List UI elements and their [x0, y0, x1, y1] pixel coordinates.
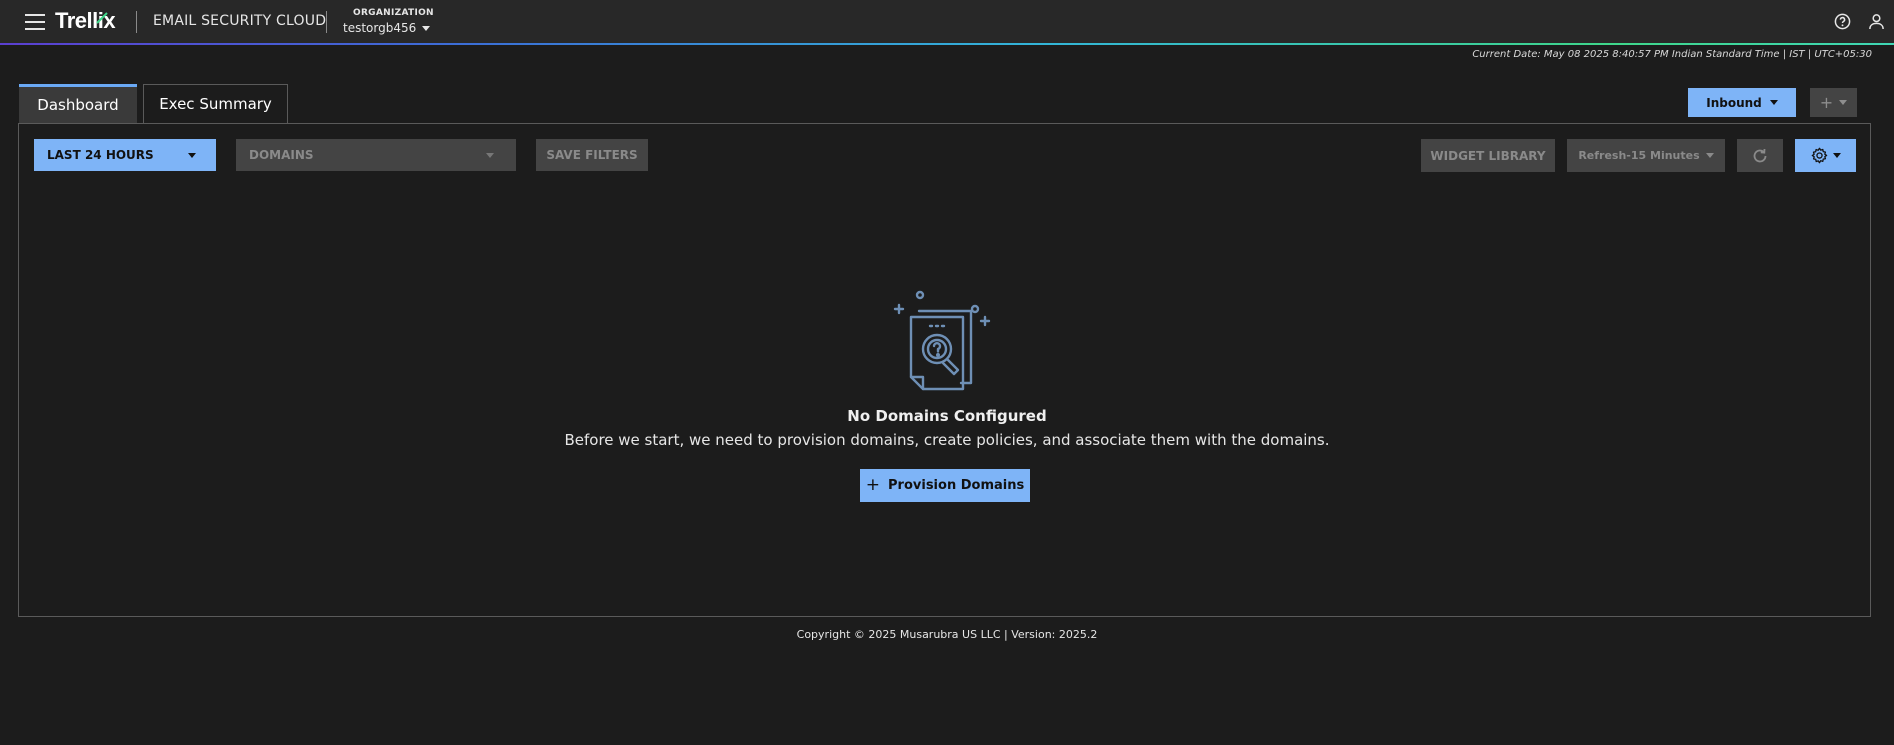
- tab-exec-summary[interactable]: Exec Summary: [143, 84, 288, 123]
- provision-domains-button[interactable]: + Provision Domains: [860, 469, 1030, 502]
- current-date: Current Date: May 08 2025 8:40:57 PM Ind…: [1472, 49, 1872, 60]
- help-icon[interactable]: [1834, 13, 1851, 30]
- chevron-down-icon: [1832, 153, 1841, 158]
- direction-selector[interactable]: Inbound: [1688, 88, 1796, 117]
- footer-copyright: Copyright © 2025 Musarubra US LLC | Vers…: [796, 628, 1098, 641]
- user-profile-icon[interactable]: [1868, 13, 1885, 30]
- plus-icon: +: [865, 475, 881, 495]
- top-navigation-bar: Trellix EMAIL SECURITY CLOUD ORGANIZATIO…: [0, 0, 1894, 43]
- empty-state-title: No Domains Configured: [847, 407, 1047, 425]
- save-filters-button[interactable]: SAVE FILTERS: [536, 139, 648, 171]
- organization-selector[interactable]: testorgb456: [343, 21, 431, 35]
- chevron-down-icon: [1705, 153, 1714, 158]
- widget-library-button[interactable]: WIDGET LIBRARY: [1421, 139, 1555, 172]
- tab-dashboard[interactable]: Dashboard: [19, 84, 137, 123]
- refresh-button[interactable]: [1737, 139, 1783, 172]
- settings-dropdown-button[interactable]: [1795, 139, 1856, 172]
- logo-accent-icon: [96, 12, 108, 24]
- chevron-down-icon: [1839, 100, 1848, 105]
- refresh-icon: [1753, 148, 1767, 162]
- no-domains-document-search-icon: [893, 290, 991, 391]
- time-range-dropdown[interactable]: LAST 24 HOURS: [34, 139, 216, 171]
- chevron-down-icon: [1769, 100, 1778, 105]
- header-accent-line: [0, 43, 1894, 45]
- chevron-down-icon: [422, 25, 431, 31]
- header-divider: [326, 11, 327, 33]
- add-dashboard-button[interactable]: +: [1810, 88, 1857, 117]
- organization-value: testorgb456: [343, 21, 417, 35]
- chevron-down-icon: [486, 152, 494, 158]
- provision-domains-label: Provision Domains: [888, 478, 1025, 493]
- domains-placeholder: DOMAINS: [249, 148, 314, 162]
- refresh-interval-dropdown[interactable]: Refresh-15 Minutes: [1567, 139, 1725, 172]
- time-range-value: LAST 24 HOURS: [47, 148, 154, 162]
- refresh-interval-value: Refresh-15 Minutes: [1578, 149, 1700, 162]
- plus-icon: +: [1819, 93, 1834, 112]
- hamburger-menu-icon[interactable]: [25, 14, 45, 30]
- chevron-down-icon: [188, 152, 196, 158]
- organization-label: ORGANIZATION: [353, 8, 434, 18]
- product-name: EMAIL SECURITY CLOUD: [153, 13, 327, 29]
- gear-icon: [1811, 147, 1827, 164]
- domains-dropdown[interactable]: DOMAINS: [236, 139, 516, 171]
- empty-state-description: Before we start, we need to provision do…: [564, 431, 1330, 449]
- header-divider: [136, 11, 137, 33]
- direction-label: Inbound: [1706, 95, 1762, 110]
